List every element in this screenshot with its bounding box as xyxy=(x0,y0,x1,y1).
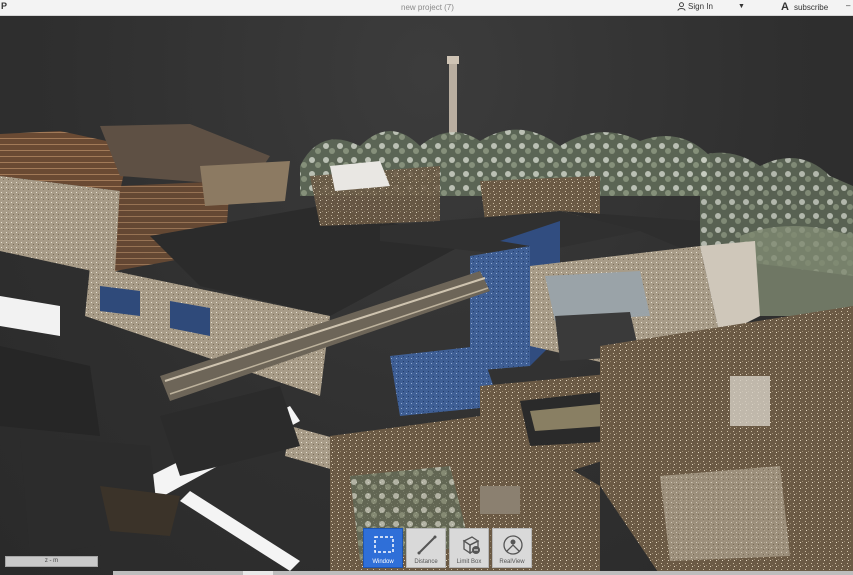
window-tool-label: Window xyxy=(372,559,394,565)
realview-icon xyxy=(503,535,523,555)
subscribe-button[interactable]: A subscribe xyxy=(781,1,828,13)
window-select-icon xyxy=(374,536,394,553)
chevron-down-icon[interactable]: ▼ xyxy=(738,3,745,10)
limit-box-tool-label: Limit Box xyxy=(456,559,482,565)
app-logo: P xyxy=(1,1,8,11)
scrollbar-thumb[interactable] xyxy=(243,571,273,575)
point-cloud-viewport[interactable] xyxy=(0,16,853,575)
distance-tool-label: Distance xyxy=(414,559,438,565)
point-cloud-scene xyxy=(0,56,853,575)
horizontal-scrollbar[interactable] xyxy=(113,571,853,575)
sign-in-button[interactable]: Sign In xyxy=(677,2,713,11)
project-title: new project (7) xyxy=(401,3,454,12)
realview-tool-label: RealView xyxy=(499,559,525,565)
limit-box-tool-button[interactable]: Limit Box xyxy=(449,528,489,568)
distance-tool-button[interactable]: Distance xyxy=(406,528,446,568)
minimize-icon[interactable]: – xyxy=(846,1,850,10)
window-tool-button[interactable]: Window xyxy=(363,528,403,568)
distance-measure-icon xyxy=(417,535,437,555)
limit-box-icon xyxy=(462,536,480,555)
sign-in-label: Sign In xyxy=(688,2,713,11)
subscribe-label: subscribe xyxy=(793,2,829,12)
title-bar: P new project (7) Sign In ▼ A subscribe … xyxy=(0,0,853,16)
coordinate-readout: z - m xyxy=(5,556,98,567)
user-icon xyxy=(677,2,686,11)
realview-tool-button[interactable]: RealView xyxy=(492,528,532,568)
tool-strip: Window Distance Limit Box RealView xyxy=(363,528,532,568)
autodesk-logo-icon: A xyxy=(781,1,789,13)
